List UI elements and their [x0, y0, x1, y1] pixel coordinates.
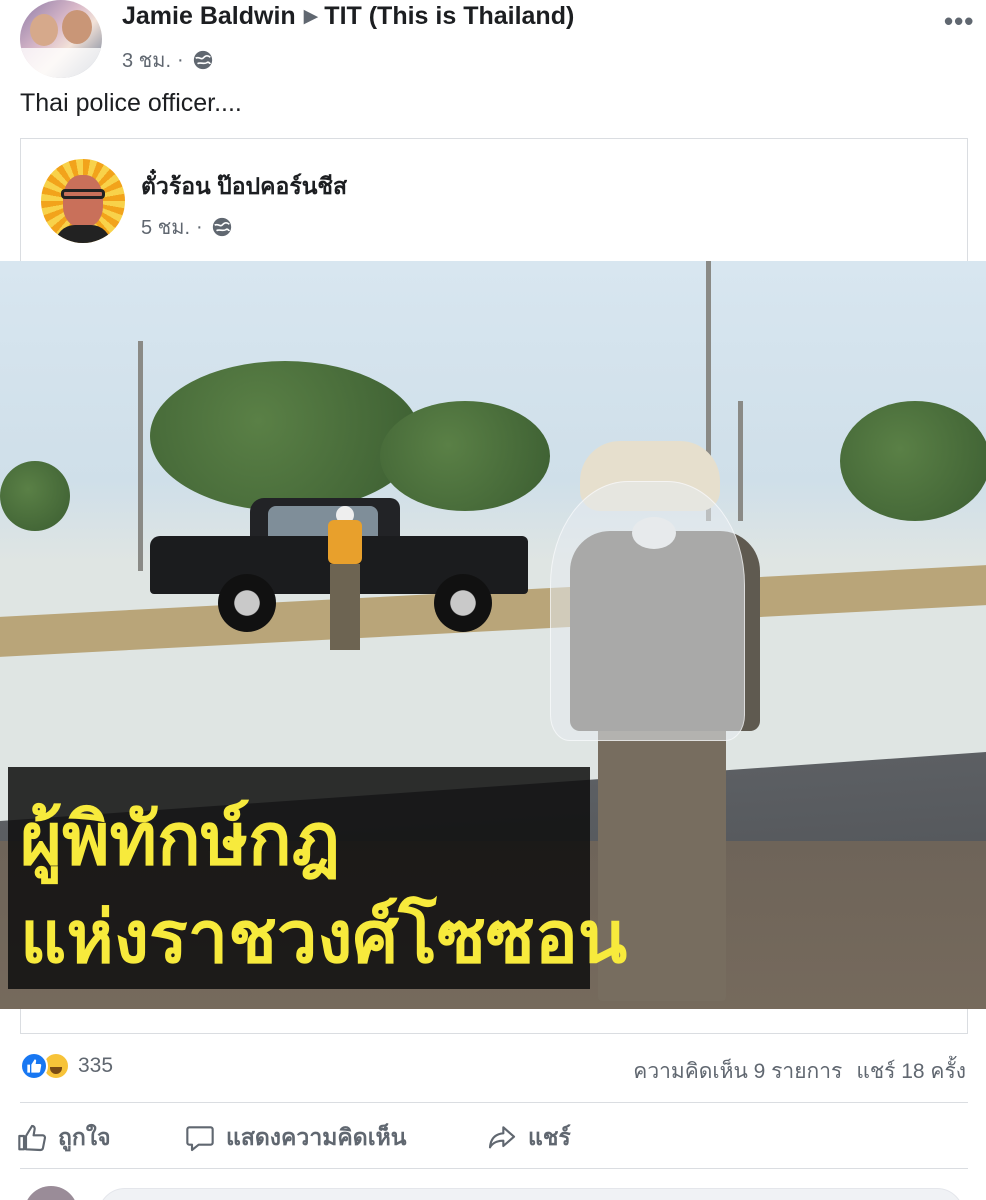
post-text: Thai police officer.... [20, 89, 242, 117]
author-avatar[interactable] [20, 0, 102, 78]
share-count[interactable]: แชร์ 18 ครั้ง [856, 1060, 966, 1083]
tree [0, 461, 70, 531]
divider [20, 1102, 968, 1103]
shared-author-name[interactable]: ตั๋วร้อน ป๊อปคอร์นชีส [141, 169, 347, 205]
post-photo[interactable]: ผู้พิทักษ์กฎ แห่งราชวงศ์โซซอน [0, 261, 986, 1009]
caption-line-2: แห่งราชวงศ์โซซอน [20, 895, 628, 979]
thumbs-up-icon [18, 1124, 47, 1152]
utility-pole [138, 341, 143, 571]
background-officer [318, 506, 372, 654]
post-header: Jamie Baldwin ▶ TIT (This is Thailand) 3 ช… [0, 0, 986, 90]
tree [840, 401, 986, 521]
globe-icon [193, 50, 212, 70]
author-name[interactable]: Jamie Baldwin [122, 2, 296, 30]
share-arrow-icon [488, 1126, 516, 1149]
divider [20, 1168, 968, 1169]
like-reaction-icon [20, 1052, 48, 1080]
like-label: ถูกใจ [58, 1124, 111, 1150]
comment-input[interactable] [98, 1188, 964, 1200]
comment-button[interactable]: แสดงความคิดเห็น [184, 1120, 406, 1156]
post-time[interactable]: 3 ชม. [122, 44, 171, 76]
meta-separator: · [177, 48, 184, 71]
reactions-summary[interactable]: 335 [20, 1052, 113, 1080]
reaction-count: 335 [78, 1054, 114, 1077]
globe-icon [212, 217, 231, 237]
share-label: แชร์ [528, 1124, 571, 1150]
tree [380, 401, 550, 511]
share-button[interactable]: แชร์ [486, 1120, 571, 1156]
meta-separator: · [196, 215, 203, 238]
group-name[interactable]: TIT (This is Thailand) [324, 2, 574, 30]
ellipsis-icon[interactable]: ••• [944, 6, 974, 37]
author-line: Jamie Baldwin ▶ TIT (This is Thailand) [122, 2, 574, 31]
shared-meta: 5 ชม. · [141, 211, 233, 243]
comment-label: แสดงความคิดเห็น [226, 1124, 407, 1150]
post-meta: 3 ชม. · [122, 44, 214, 76]
triangle-right-icon: ▶ [303, 6, 319, 27]
like-button[interactable]: ถูกใจ [16, 1120, 111, 1156]
shared-time[interactable]: 5 ชม. [141, 211, 190, 243]
shared-author-avatar[interactable] [41, 159, 125, 243]
tree [150, 361, 420, 511]
comment-bubble-icon [186, 1126, 214, 1152]
engagement-counts: ความคิดเห็น 9 รายการ แชร์ 18 ครั้ง [633, 1055, 966, 1088]
comment-count[interactable]: ความคิดเห็น 9 รายการ [633, 1060, 842, 1083]
commenter-avatar [24, 1186, 78, 1200]
image-caption: ผู้พิทักษ์กฎ แห่งราชวงศ์โซซอน [8, 767, 627, 989]
